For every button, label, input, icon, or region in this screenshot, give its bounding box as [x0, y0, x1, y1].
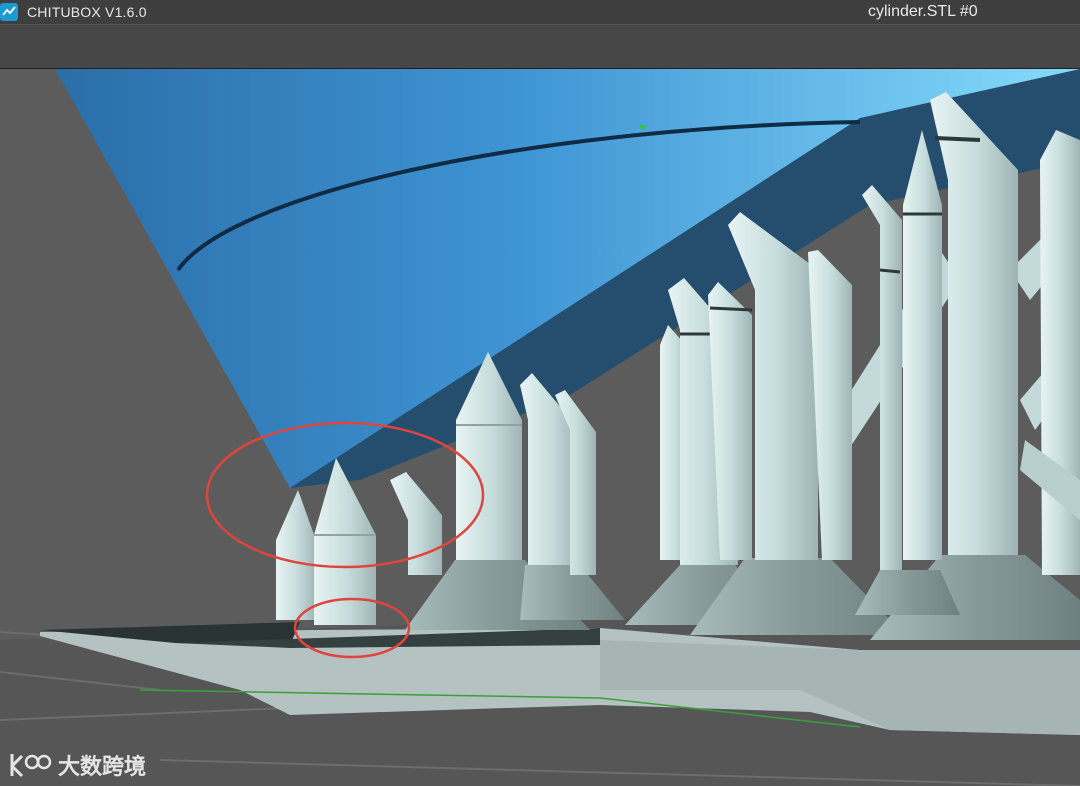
3d-viewport[interactable] [0, 69, 1080, 786]
support-tall-7 [903, 130, 942, 560]
title-bar: CHITUBOX V1.6.0 cylinder.STL #0 [0, 0, 1080, 24]
chitubox-logo-icon [0, 3, 18, 21]
toolbar [0, 24, 1080, 70]
support-feet [405, 555, 1080, 640]
watermark-text: 大数跨境 [58, 755, 147, 780]
watermark: 大数跨境 [8, 748, 146, 782]
document-title: cylinder.STL #0 [868, 3, 978, 20]
watermark-logo-icon [10, 754, 52, 778]
model-marker [639, 124, 646, 130]
app-title: CHITUBOX V1.6.0 [27, 4, 147, 20]
